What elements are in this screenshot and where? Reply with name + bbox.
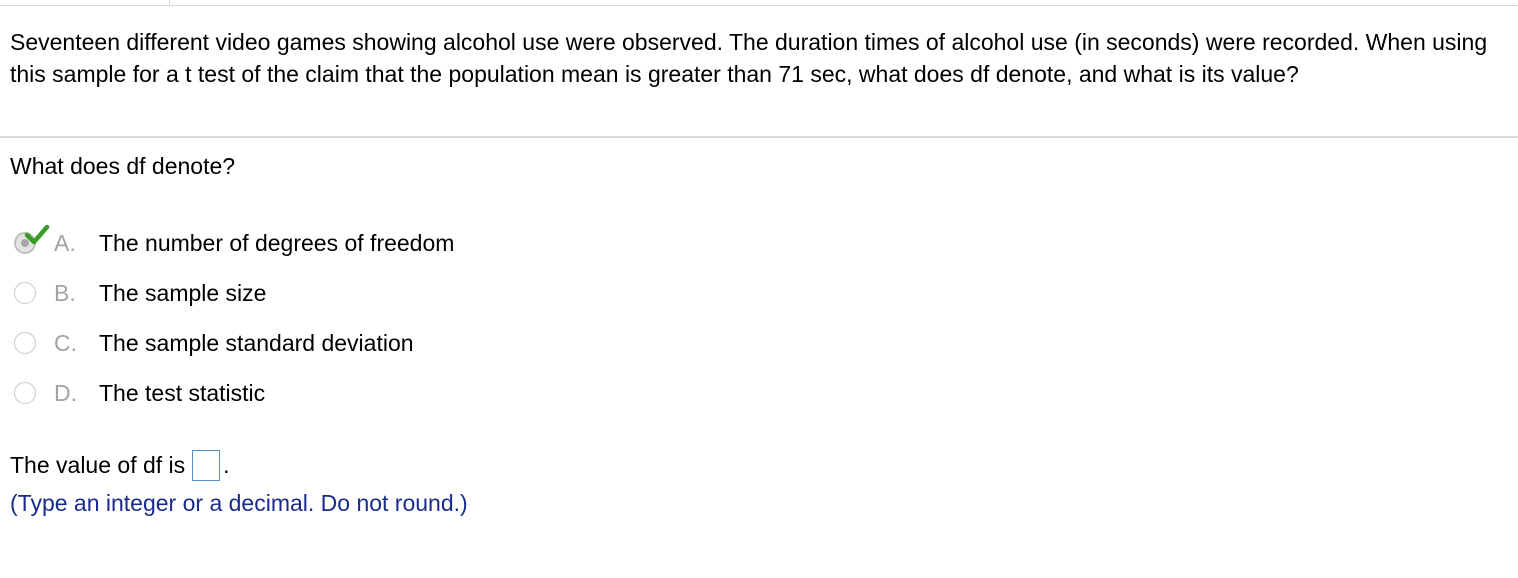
choice-b[interactable]: B. The sample size xyxy=(12,276,712,326)
top-divider xyxy=(0,5,1518,6)
choice-d[interactable]: D. The test statistic xyxy=(12,376,712,426)
question-text: Seventeen different video games showing … xyxy=(10,29,1488,87)
top-divider-tick xyxy=(169,0,170,5)
df-answer-label: The value of df is xyxy=(10,452,186,478)
checkmark-icon xyxy=(24,224,50,245)
question-divider xyxy=(0,136,1518,138)
choice-label[interactable]: The sample size xyxy=(99,278,266,308)
choice-label[interactable]: The test statistic xyxy=(99,378,265,408)
df-answer-input[interactable] xyxy=(192,449,221,481)
df-answer-period: . xyxy=(223,452,230,478)
choice-list: A. The number of degrees of freedom B. T… xyxy=(12,224,712,426)
radio-unselected-icon[interactable] xyxy=(14,382,36,404)
radio-unselected-icon[interactable] xyxy=(14,332,36,354)
part1-prompt: What does df denote? xyxy=(10,153,236,179)
choice-label[interactable]: The sample standard deviation xyxy=(99,328,414,358)
df-answer-row: The value of df is . xyxy=(10,449,230,481)
choice-letter: C. xyxy=(54,330,77,356)
radio-unselected-icon[interactable] xyxy=(14,282,36,304)
choice-letter: A. xyxy=(54,230,76,256)
choice-label[interactable]: The number of degrees of freedom xyxy=(99,228,454,258)
choice-a[interactable]: A. The number of degrees of freedom xyxy=(12,224,712,276)
choice-c[interactable]: C. The sample standard deviation xyxy=(12,326,712,376)
choice-letter: D. xyxy=(54,380,77,406)
answer-hint: (Type an integer or a decimal. Do not ro… xyxy=(10,490,468,516)
choice-letter: B. xyxy=(54,280,76,306)
